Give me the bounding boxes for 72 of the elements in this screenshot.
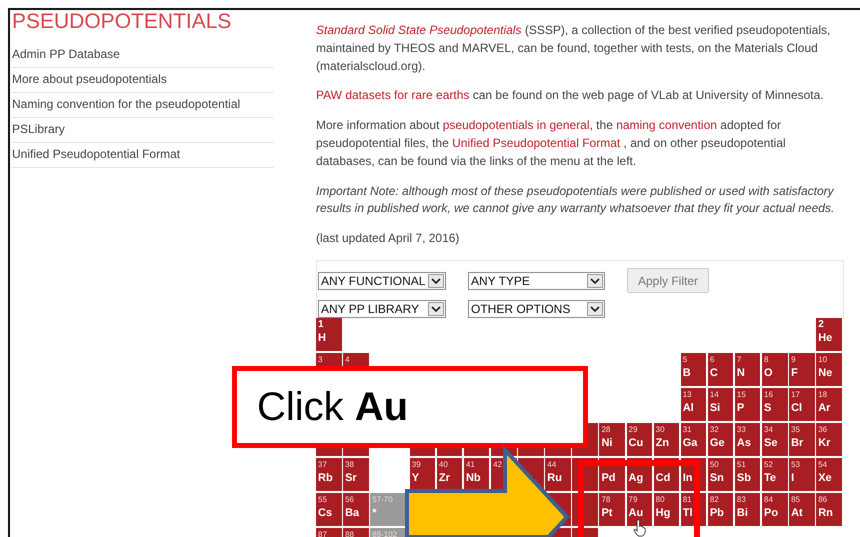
caret-icon (587, 302, 603, 316)
element-tile[interactable]: 17 Cl (789, 388, 815, 421)
annotation-tooltip: Click Au (232, 366, 588, 448)
element-tile[interactable]: 82 Pb (708, 492, 734, 526)
sidebar-link[interactable]: Admin PP Database (12, 43, 274, 68)
element-tile[interactable]: 35 Br (789, 422, 815, 456)
element-tile[interactable]: 80 Hg (654, 492, 680, 526)
element-tile[interactable]: 50 Sn (708, 458, 734, 491)
element-tile[interactable]: 1 H (316, 318, 342, 351)
element-tile[interactable]: 55 Cs (316, 492, 342, 526)
element-tile[interactable]: 34 Se (762, 422, 788, 456)
caret-icon (587, 274, 603, 288)
paragraph: More information about pseudopotentials in general, the naming convention adopted for pseudopotential files, the Unified Pseudopotential Format , and on other pseudopotential databases, can be found via the links of the menu at the left. (316, 117, 787, 170)
text-link[interactable]: Unified Pseudopotential Format (452, 136, 620, 150)
element-tile[interactable]: 52 Te (762, 458, 788, 491)
element-tile[interactable]: 88 (343, 528, 369, 537)
element-tile[interactable]: 37 Rb (316, 458, 342, 491)
element-tile[interactable]: 14 Si (708, 388, 734, 421)
element-tile[interactable]: 29 Cu (626, 422, 652, 456)
element-tile[interactable]: 54 Xe (816, 458, 842, 491)
element-tile[interactable]: 83 Bi (734, 492, 760, 526)
element-tile[interactable]: 44 Ru (545, 458, 571, 491)
element-tile[interactable]: 32 Ge (708, 422, 734, 456)
element-tile[interactable]: 53 I (789, 458, 815, 491)
paragraph: PAW datasets for rare earths can be found on the web page of VLab at University of Minnesota. (316, 87, 825, 104)
element-tile[interactable]: 8 O (762, 352, 788, 386)
element-tile[interactable]: 2 He (816, 318, 842, 351)
element-tile[interactable]: 40 Zr (436, 458, 462, 491)
sidebar-link[interactable]: Unified Pseudopotential Format (12, 143, 274, 168)
dropdown-select[interactable]: OTHER OPTIONS (468, 300, 605, 318)
element-tile[interactable]: 56 Ba (343, 492, 369, 526)
element-tile[interactable]: 6 C (708, 352, 734, 386)
element-tile[interactable]: 87 (316, 528, 342, 537)
text-link[interactable]: naming convention (616, 118, 717, 132)
element-tile[interactable]: 36 Kr (816, 422, 842, 456)
text-link[interactable]: Standard Solid State Pseudopotentials (316, 23, 522, 37)
element-tile[interactable]: 38 Sr (343, 458, 369, 491)
apply-filter-button[interactable]: Apply Filter (627, 268, 710, 294)
dropdown-select[interactable]: ANY PP LIBRARY (318, 300, 446, 318)
caret-icon (428, 274, 444, 288)
element-tile[interactable]: 41 Nb (464, 458, 490, 491)
sidebar-link[interactable]: PSLibrary (12, 118, 274, 143)
sidebar-link[interactable]: More about pseudopotentials (12, 68, 274, 93)
element-tile[interactable]: 86 Rn (816, 492, 842, 526)
element-tile[interactable]: 7 N (734, 352, 760, 386)
paragraph: Standard Solid State Pseudopotentials (SSSP), a collection of the best verified pseudopotentials, maintained by THEOS and MARVEL, can be found, together with tests, on the Materials Cloud (materialscloud.org). (316, 22, 832, 75)
dropdown-select[interactable]: ANY FUNCTIONAL (318, 272, 446, 290)
element-tile[interactable]: 33 As (734, 422, 760, 456)
element-tile[interactable]: 28 Ni (599, 422, 625, 456)
caret-icon (428, 302, 444, 316)
element-tile[interactable]: 10 Ne (816, 352, 842, 386)
paragraph: (last updated April 7, 2016) (316, 230, 460, 248)
element-tile[interactable]: 79 Au (626, 492, 652, 526)
element-tile[interactable]: 85 At (789, 492, 815, 526)
paragraph: Important Note: although most of these pseudopotentials were published or used with satisfactory results in published work, we cannot give any warranty whatsoever that they fit your actual needs. (316, 182, 836, 218)
sidebar-link[interactable]: Naming convention for the pseudopotential (12, 93, 274, 118)
element-tile[interactable]: 51 Sb (734, 458, 760, 491)
element-tile[interactable]: 15 P (734, 388, 760, 421)
element-tile[interactable]: 9 F (789, 352, 815, 386)
element-tile[interactable]: 5 B (680, 352, 706, 386)
element-tile[interactable]: 18 Ar (816, 388, 842, 421)
element-tile[interactable]: 30 Zn (654, 422, 680, 456)
element-tile[interactable]: 31 Ga (680, 422, 706, 456)
element-tile[interactable]: 16 S (762, 388, 788, 421)
element-tile[interactable]: 84 Po (762, 492, 788, 526)
page-title: PSEUDOPOTENTIALS (12, 11, 232, 33)
element-tile[interactable]: 39 Y (410, 458, 436, 491)
element-tile[interactable]: 78 Pt (599, 492, 625, 526)
text-link[interactable]: PAW datasets for rare earths (316, 88, 470, 102)
element-tile[interactable]: 13 Al (680, 388, 706, 421)
dropdown-select[interactable]: ANY TYPE (468, 272, 605, 290)
text-link[interactable]: pseudopotentials in general (442, 118, 590, 132)
